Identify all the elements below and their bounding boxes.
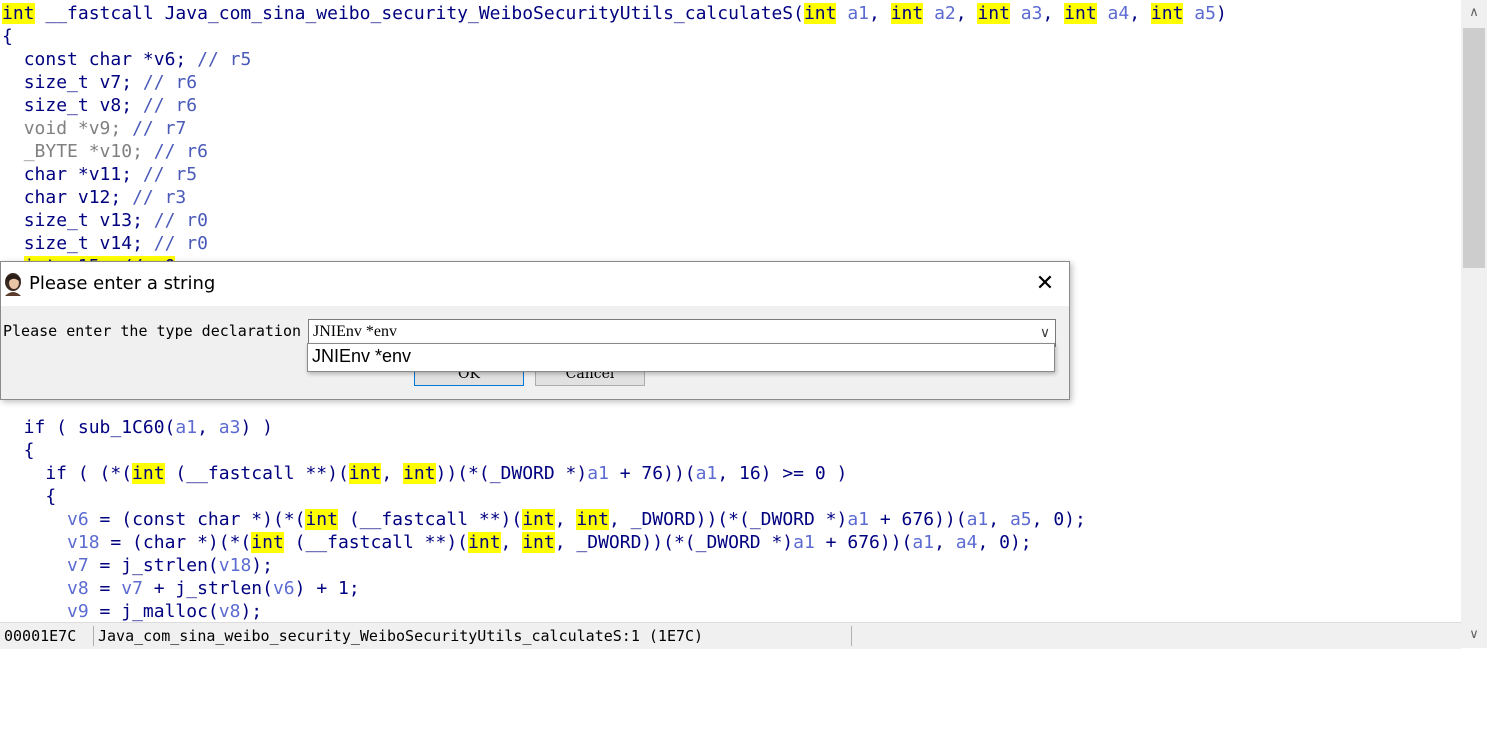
decl-line[interactable]: char *v11; // r5 [2,163,197,186]
code-line[interactable]: { [2,439,35,462]
dialog-titlebar[interactable]: Please enter a string ✕ [1,262,1069,306]
decl-line[interactable]: _BYTE *v10; // r6 [2,140,208,163]
decl-line[interactable]: size_t v7; // r6 [2,71,197,94]
decl-line[interactable]: void *v9; // r7 [2,117,187,140]
scroll-down-icon[interactable]: ∨ [1461,622,1487,648]
type-declaration-dropdown: JNIEnv *env [307,343,1055,372]
decl-line[interactable]: size_t v13; // r0 [2,209,208,232]
status-divider [851,626,852,646]
dropdown-option[interactable]: JNIEnv *env [312,346,411,367]
scroll-up-icon[interactable]: ∧ [1461,0,1487,26]
decl-line[interactable]: size_t v14; // r0 [2,232,208,255]
vertical-scrollbar[interactable]: ∧ ∨ [1461,0,1487,648]
code-line-v7[interactable]: v7 = j_strlen(v18); [2,554,273,577]
type-declaration-input[interactable] [313,322,1013,342]
scrollbar-thumb[interactable] [1463,28,1485,268]
decl-line[interactable]: const char *v6; // r5 [2,48,252,71]
status-bar: 00001E7C Java_com_sina_weibo_security_We… [0,622,1461,649]
code-line-v6[interactable]: v6 = (const char *)(*(int (__fastcall **… [2,508,1086,531]
code-line-if[interactable]: if ( sub_1C60(a1, a3) ) [2,416,273,439]
decl-line[interactable]: char v12; // r3 [2,186,187,209]
code-line-v9[interactable]: v9 = j_malloc(v8); [2,600,262,622]
decl-line[interactable]: size_t v8; // r6 [2,94,197,117]
status-divider [93,626,94,646]
type-declaration-label: Please enter the type declaration [3,322,302,340]
code-line-v8[interactable]: v8 = v7 + j_strlen(v6) + 1; [2,577,360,600]
status-location: Java_com_sina_weibo_security_WeiboSecuri… [98,627,704,645]
app-avatar-icon [5,273,21,296]
code-line[interactable]: { [2,25,13,48]
code-line[interactable]: { [2,485,56,508]
code-line-if-jni[interactable]: if ( (*(int (__fastcall **)(int, int))(*… [2,462,847,485]
function-signature-line[interactable]: int __fastcall Java_com_sina_weibo_secur… [2,2,1227,25]
status-address: 00001E7C [4,627,77,645]
enter-string-dialog: Please enter a string ✕ Please enter the… [0,261,1070,400]
code-line-v18[interactable]: v18 = (char *)(*(int (__fastcall **)(int… [2,531,1032,554]
dialog-title: Please enter a string [29,273,216,294]
close-icon[interactable]: ✕ [1031,270,1059,298]
